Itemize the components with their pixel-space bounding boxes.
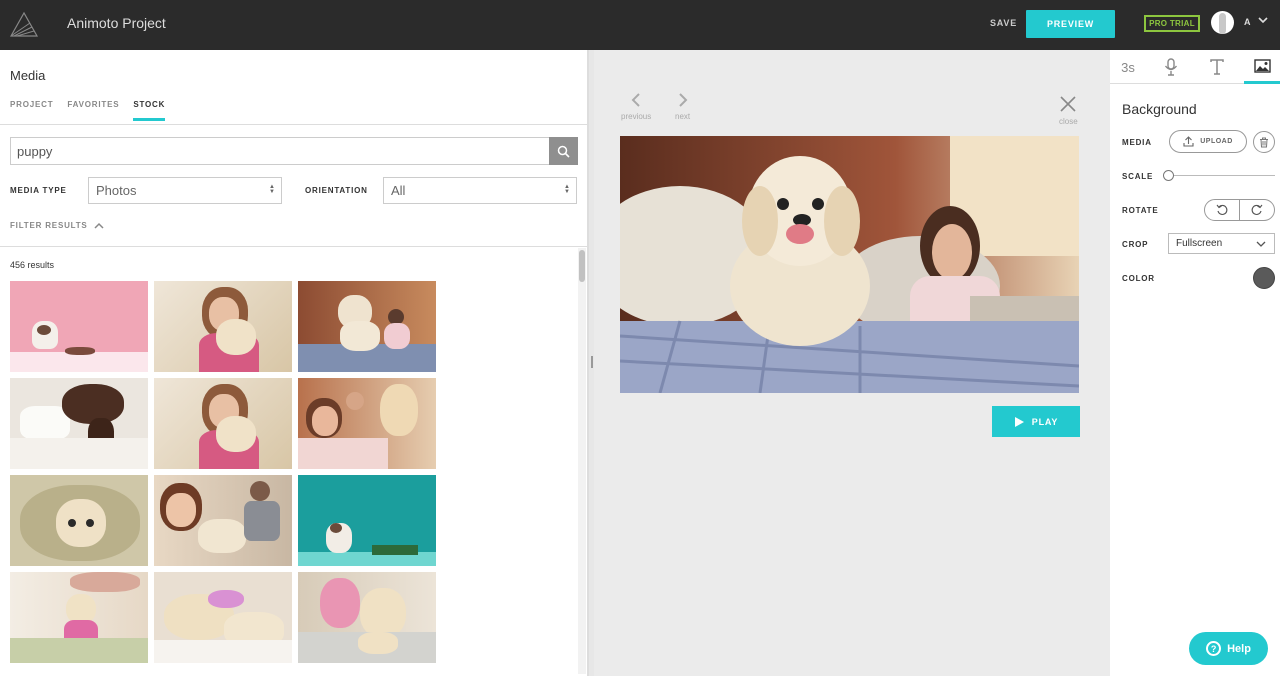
filter-results-toggle[interactable]: FILTER RESULTS	[10, 221, 104, 230]
results-grid	[10, 281, 436, 663]
background-title: Background	[1122, 101, 1197, 117]
pro-trial-badge[interactable]: PRO TRIAL	[1144, 15, 1200, 32]
stock-photo-thumbnail[interactable]	[298, 475, 436, 566]
media-type-select[interactable]: Photos ▲ ▼	[88, 177, 282, 204]
save-button[interactable]: SAVE	[990, 18, 1017, 28]
stock-photo-thumbnail[interactable]	[298, 281, 436, 372]
upload-icon	[1183, 136, 1194, 147]
search-button[interactable]	[549, 137, 578, 165]
settings-tabs: 3s	[1110, 50, 1280, 84]
scrollbar-thumb[interactable]	[579, 250, 585, 282]
project-title[interactable]: Animoto Project	[67, 15, 166, 31]
media-panel: Media PROJECT FAVORITES STOCK MEDIA TYPE…	[0, 50, 588, 676]
close-icon	[1060, 96, 1076, 112]
preview-area: previous next close PLAY	[594, 50, 1110, 676]
crop-value: Fullscreen	[1176, 238, 1223, 249]
stock-photo-thumbnail[interactable]	[298, 378, 436, 469]
orientation-value: All	[391, 183, 406, 198]
play-label: PLAY	[1031, 416, 1059, 427]
puppy-photo	[620, 136, 1079, 393]
scale-label: SCALE	[1122, 172, 1154, 181]
rotate-right-icon	[1251, 204, 1263, 215]
tab-duration[interactable]: 3s	[1110, 50, 1146, 84]
top-bar: Animoto Project SAVE PREVIEW PRO TRIAL A	[0, 0, 1280, 50]
tab-stock[interactable]: STOCK	[133, 100, 166, 121]
filter-results-label: FILTER RESULTS	[10, 221, 88, 230]
chevron-down-icon[interactable]	[1257, 14, 1269, 26]
preview-button[interactable]: PREVIEW	[1026, 10, 1115, 38]
stock-photo-thumbnail[interactable]	[10, 378, 148, 469]
next-label: next	[675, 112, 691, 121]
upload-button[interactable]: UPLOAD	[1169, 130, 1247, 153]
stock-photo-thumbnail[interactable]	[154, 572, 292, 663]
media-tabs: PROJECT FAVORITES STOCK	[10, 100, 166, 121]
delete-button[interactable]	[1253, 131, 1275, 153]
chevron-down-icon	[1256, 241, 1266, 247]
stock-photo-thumbnail[interactable]	[10, 281, 148, 372]
play-icon	[1014, 416, 1024, 427]
stock-photo-thumbnail[interactable]	[298, 572, 436, 663]
results-count: 456 results	[10, 260, 55, 270]
animoto-logo-icon[interactable]	[8, 9, 40, 41]
rotate-left-icon	[1216, 204, 1228, 215]
settings-panel: 3s Background MEDIA UPLOAD SCALE ROTATE …	[1110, 50, 1280, 676]
splitter-handle-icon	[591, 356, 593, 368]
stock-photo-thumbnail[interactable]	[154, 378, 292, 469]
tab-background[interactable]	[1244, 50, 1280, 84]
duration-label: 3s	[1121, 59, 1135, 75]
user-initial[interactable]: A	[1244, 17, 1251, 27]
stock-photo-thumbnail[interactable]	[10, 572, 148, 663]
next-button[interactable]: next	[675, 92, 690, 121]
previous-button[interactable]: previous	[621, 92, 651, 121]
select-arrows-icon: ▲ ▼	[269, 184, 275, 195]
tab-text[interactable]	[1199, 50, 1235, 84]
tab-project[interactable]: PROJECT	[10, 100, 53, 121]
search-input[interactable]	[10, 137, 550, 165]
stock-photo-thumbnail[interactable]	[154, 475, 292, 566]
color-label: COLOR	[1122, 274, 1155, 283]
chevron-up-icon	[94, 222, 104, 229]
play-button[interactable]: PLAY	[992, 406, 1080, 437]
color-swatch[interactable]	[1253, 267, 1275, 289]
rotate-label: ROTATE	[1122, 206, 1159, 215]
chevron-left-icon	[631, 93, 640, 107]
scale-slider-knob[interactable]	[1163, 170, 1174, 181]
crop-select[interactable]: Fullscreen	[1168, 233, 1275, 254]
media-panel-title: Media	[10, 68, 46, 83]
upload-label: UPLOAD	[1200, 138, 1233, 145]
background-preview-image[interactable]	[620, 136, 1079, 393]
close-label: close	[1059, 117, 1078, 126]
chevron-right-icon	[678, 93, 687, 107]
rotate-left-button[interactable]	[1205, 200, 1239, 220]
close-button[interactable]: close	[1059, 95, 1078, 126]
rotate-right-button[interactable]	[1239, 200, 1274, 220]
avatar[interactable]	[1211, 11, 1234, 34]
tab-voiceover[interactable]	[1153, 50, 1189, 84]
scale-slider-track[interactable]	[1167, 175, 1275, 176]
stock-photo-thumbnail[interactable]	[154, 281, 292, 372]
stock-photo-thumbnail[interactable]	[10, 475, 148, 566]
tab-favorites[interactable]: FAVORITES	[67, 100, 119, 121]
help-icon: ?	[1206, 641, 1222, 656]
divider	[0, 124, 588, 125]
results-scrollbar[interactable]	[578, 248, 586, 674]
image-icon	[1253, 58, 1271, 73]
media-type-label: MEDIA TYPE	[10, 186, 67, 195]
orientation-label: ORIENTATION	[305, 186, 368, 195]
media-type-value: Photos	[96, 183, 137, 198]
text-icon	[1210, 59, 1224, 75]
media-label: MEDIA	[1122, 138, 1152, 147]
divider	[0, 246, 588, 247]
trash-icon	[1260, 137, 1268, 147]
crop-label: CROP	[1122, 240, 1149, 249]
previous-label: previous	[621, 112, 652, 121]
help-button[interactable]: ? Help	[1189, 632, 1268, 665]
rotate-controls	[1204, 199, 1275, 221]
search-icon	[557, 145, 570, 158]
microphone-icon	[1164, 58, 1178, 76]
help-label: Help	[1227, 642, 1251, 655]
select-arrows-icon: ▲ ▼	[564, 184, 570, 195]
orientation-select[interactable]: All ▲ ▼	[383, 177, 577, 204]
